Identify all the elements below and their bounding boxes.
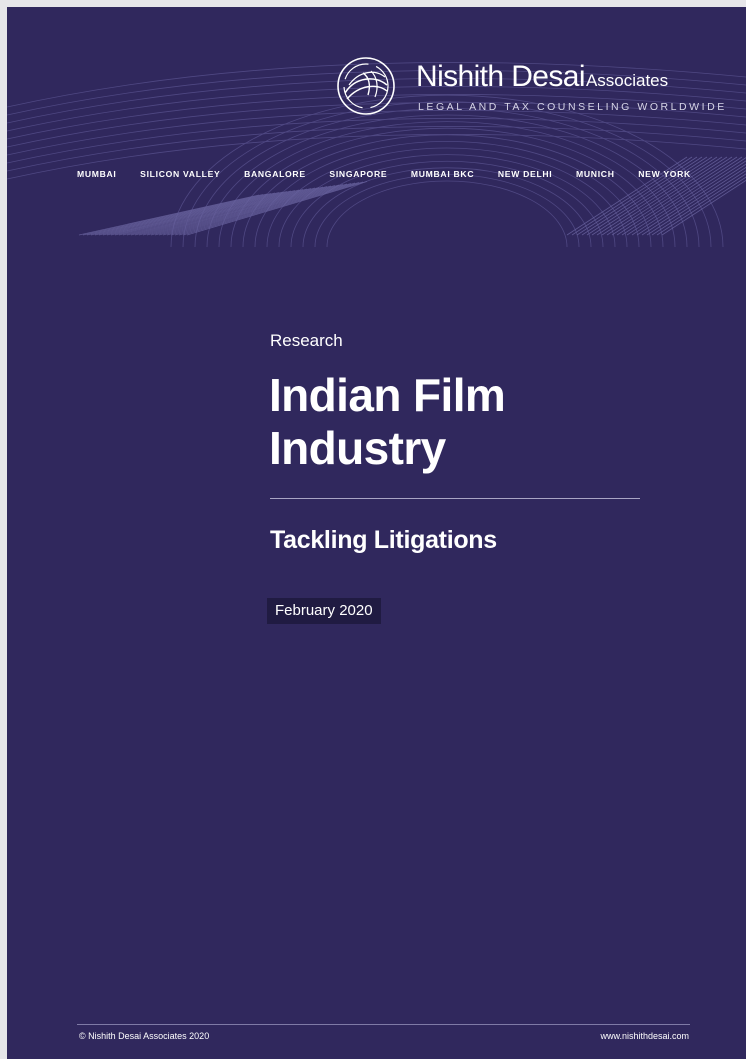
document-subtitle: Tackling Litigations (270, 526, 497, 554)
city-new-delhi: NEW DELHI (497, 169, 553, 179)
city-bangalore: BANGALORE (244, 169, 306, 179)
document-title: Indian Film Industry (269, 369, 506, 475)
footer-website-link[interactable]: www.nishithdesai.com (600, 1031, 689, 1041)
city-silicon-valley: SILICON VALLEY (140, 169, 221, 179)
title-divider (270, 498, 640, 499)
brand-name: Nishith DesaiAssociates (416, 62, 668, 92)
office-cities-list: MUMBAI SILICON VALLEY BANGALORE SINGAPOR… (77, 169, 691, 179)
publication-date-badge: February 2020 (267, 598, 381, 624)
city-new-york: NEW YORK (638, 169, 691, 179)
brand-name-main: Nishith Desai (416, 60, 586, 93)
cover-page: Nishith DesaiAssociates LEGAL AND TAX CO… (7, 7, 746, 1059)
city-mumbai: MUMBAI (77, 169, 117, 179)
decorative-line-pattern (7, 62, 746, 248)
brand-name-suffix: Associates (585, 71, 669, 90)
city-mumbai-bkc: MUMBAI BKC (410, 169, 475, 179)
footer-copyright: © Nishith Desai Associates 2020 (79, 1031, 210, 1041)
brand-tagline: LEGAL AND TAX COUNSELING WORLDWIDE (418, 101, 727, 113)
document-title-line-1: Indian Film (269, 369, 506, 421)
footer-divider (77, 1024, 690, 1025)
document-type-label: Research (270, 331, 343, 350)
city-singapore: SINGAPORE (329, 169, 388, 179)
city-munich: MUNICH (576, 169, 615, 179)
nda-circle-logo-icon (337, 57, 395, 115)
document-title-line-2: Industry (269, 422, 446, 474)
